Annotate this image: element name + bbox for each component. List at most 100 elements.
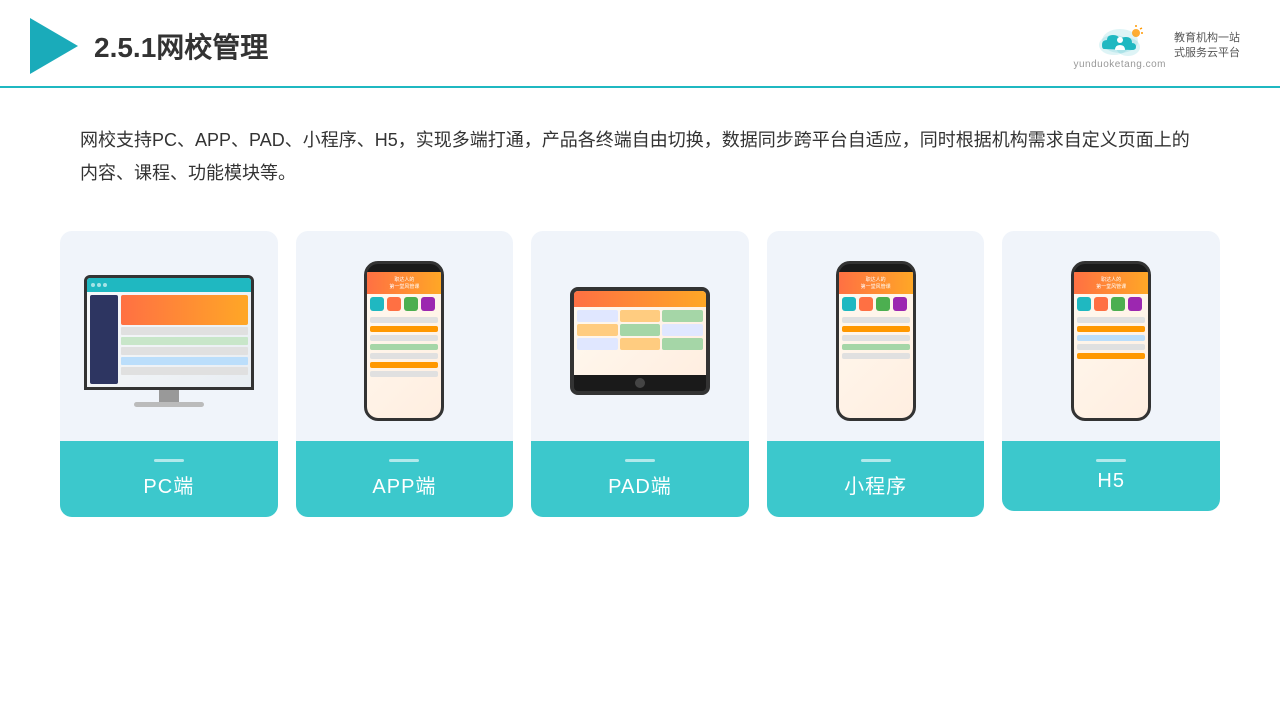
tablet-col xyxy=(620,310,661,350)
pc-dot xyxy=(103,283,107,287)
tablet-col xyxy=(662,310,703,350)
header: 2.5.1网校管理 yunduoketang.com xyxy=(0,0,1280,88)
phone-header-mini: 职达人的第一堂风管课 xyxy=(839,272,913,294)
phone-mockup-mini: 职达人的第一堂风管课 xyxy=(836,261,916,421)
phone-mockup-h5: 职达人的第一堂风管课 xyxy=(1071,261,1151,421)
logo-tagline: 教育机构一站 式服务云平台 xyxy=(1174,31,1240,62)
phone-row xyxy=(842,326,910,332)
phone-header-h5: 职达人的第一堂风管课 xyxy=(1074,272,1148,294)
pc-mockup xyxy=(84,275,254,407)
cloud-icon xyxy=(1092,23,1148,59)
phone-header-text-h5: 职达人的第一堂风管课 xyxy=(1094,274,1128,292)
phone-row xyxy=(370,362,438,368)
phone-icon xyxy=(842,297,856,311)
tablet-mockup xyxy=(570,287,710,395)
phone-row xyxy=(1077,344,1145,350)
card-label-app: APP端 xyxy=(296,441,514,517)
tablet-home-button xyxy=(635,378,645,388)
description: 网校支持PC、APP、PAD、小程序、H5，实现多端打通，产品各终端自由切换，数… xyxy=(0,88,1280,211)
tablet-content xyxy=(574,307,706,353)
card-label-miniprogram: 小程序 xyxy=(767,441,985,517)
tablet-cell xyxy=(577,338,618,350)
tablet-header xyxy=(574,291,706,307)
tablet-cell xyxy=(620,324,661,336)
phone-icons-h5 xyxy=(1074,294,1148,314)
h5-image-area: 职达人的第一堂风管课 xyxy=(1002,231,1220,441)
pc-screen-content xyxy=(87,292,251,387)
phone-row xyxy=(370,371,438,377)
tablet-cell xyxy=(662,324,703,336)
phone-icon xyxy=(876,297,890,311)
tablet-screen xyxy=(574,291,706,375)
phone-row xyxy=(1077,326,1145,332)
phone-rows-h5 xyxy=(1074,314,1148,362)
tablet-cell xyxy=(662,338,703,350)
pc-row xyxy=(121,357,248,365)
phone-row xyxy=(842,353,910,359)
pc-dot xyxy=(91,283,95,287)
phone-icon xyxy=(370,297,384,311)
phone-mockup-app: 职达人的第一堂风管课 xyxy=(364,261,444,421)
tablet-col xyxy=(577,310,618,350)
pc-screen xyxy=(87,278,251,387)
phone-notch xyxy=(390,264,418,272)
cards-container: PC端 职达人的第一堂风管课 xyxy=(0,211,1280,547)
tablet-cell xyxy=(662,310,703,322)
pc-image-area xyxy=(60,231,278,441)
tablet-cell xyxy=(620,310,661,322)
pc-main xyxy=(121,295,248,384)
phone-icon xyxy=(404,297,418,311)
pc-row xyxy=(121,367,248,375)
phone-row xyxy=(370,326,438,332)
card-pad: PAD端 xyxy=(531,231,749,517)
card-label-pc: PC端 xyxy=(60,441,278,517)
phone-notch xyxy=(1097,264,1125,272)
pc-base xyxy=(134,402,204,407)
pc-rows xyxy=(121,327,248,384)
pc-monitor xyxy=(84,275,254,390)
logo-url: yunduoketang.com xyxy=(1073,59,1166,70)
pc-row xyxy=(121,337,248,345)
card-pc: PC端 xyxy=(60,231,278,517)
card-label-pad: PAD端 xyxy=(531,441,749,517)
phone-row xyxy=(842,317,910,323)
phone-row xyxy=(842,344,910,350)
phone-row xyxy=(1077,317,1145,323)
phone-row xyxy=(370,335,438,341)
phone-icon xyxy=(1094,297,1108,311)
pad-image-area xyxy=(531,231,749,441)
phone-icon xyxy=(387,297,401,311)
cloud-logo: yunduoketang.com xyxy=(1073,23,1166,70)
pc-row xyxy=(121,327,248,335)
pc-stand xyxy=(159,390,179,402)
pc-screen-header xyxy=(87,278,251,292)
phone-icon xyxy=(893,297,907,311)
card-label-h5: H5 xyxy=(1002,441,1220,511)
card-app: 职达人的第一堂风管课 xyxy=(296,231,514,517)
phone-icons-mini xyxy=(839,294,913,314)
phone-notch xyxy=(862,264,890,272)
phone-icon xyxy=(1128,297,1142,311)
page-title: 2.5.1网校管理 xyxy=(94,26,268,66)
phone-row xyxy=(1077,353,1145,359)
phone-rows-mini xyxy=(839,314,913,362)
phone-header-text: 职达人的第一堂风管课 xyxy=(387,274,421,292)
phone-icon xyxy=(421,297,435,311)
miniprogram-image-area: 职达人的第一堂风管课 xyxy=(767,231,985,441)
phone-header-text-mini: 职达人的第一堂风管课 xyxy=(859,274,893,292)
pc-row xyxy=(121,347,248,355)
card-miniprogram: 职达人的第一堂风管课 xyxy=(767,231,985,517)
logo-area: yunduoketang.com 教育机构一站 式服务云平台 xyxy=(1073,23,1240,70)
phone-row xyxy=(1077,335,1145,341)
phone-row xyxy=(370,317,438,323)
pc-dot xyxy=(97,283,101,287)
phone-header: 职达人的第一堂风管课 xyxy=(367,272,441,294)
tablet-cell xyxy=(577,324,618,336)
phone-icons xyxy=(367,294,441,314)
phone-row xyxy=(370,353,438,359)
phone-icon xyxy=(859,297,873,311)
description-text: 网校支持PC、APP、PAD、小程序、H5，实现多端打通，产品各终端自由切换，数… xyxy=(80,124,1200,191)
app-image-area: 职达人的第一堂风管课 xyxy=(296,231,514,441)
phone-screen-app: 职达人的第一堂风管课 xyxy=(367,272,441,418)
pc-banner xyxy=(121,295,248,325)
